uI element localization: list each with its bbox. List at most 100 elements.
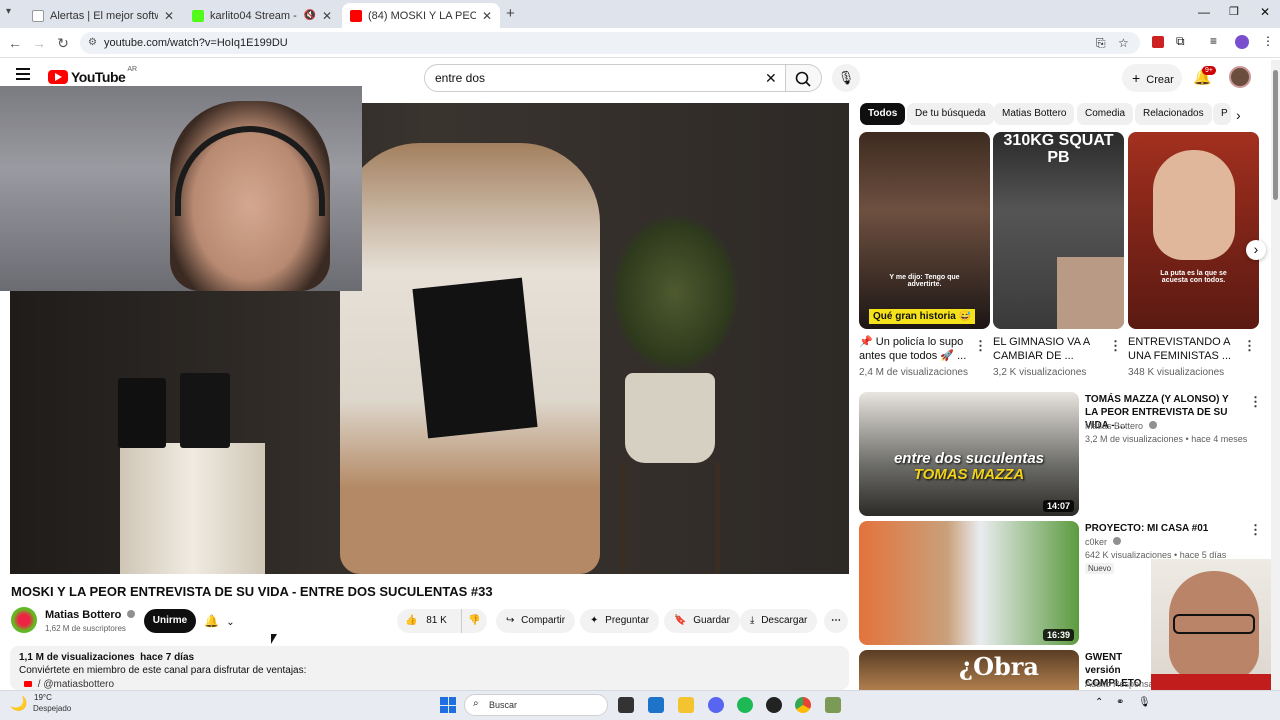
spotify-icon[interactable]	[737, 697, 753, 713]
obs-icon[interactable]	[766, 697, 782, 713]
channel-avatar[interactable]	[11, 607, 37, 633]
video-title[interactable]: PROYECTO: MI CASA #01	[1085, 522, 1235, 535]
browser-tab-kick[interactable]: karlito04 Stream - Kick Dashb 🔇 ✕	[184, 3, 340, 28]
chip-all[interactable]: Todos	[860, 103, 906, 125]
video-channel[interactable]: Matias Bottero	[1085, 421, 1157, 431]
site-info-icon[interactable]: ⚙	[88, 32, 97, 54]
chip-matias-bottero[interactable]: Matias Bottero	[994, 103, 1075, 125]
install-app-icon[interactable]: ⎘	[1096, 32, 1106, 54]
page-scrollbar[interactable]	[1271, 60, 1280, 690]
subscribe-bell-button[interactable]: 🔔 ⌄	[204, 609, 235, 633]
more-actions-icon[interactable]: ⋮	[1249, 394, 1262, 410]
app-icon[interactable]	[825, 697, 841, 713]
forward-icon[interactable]: →	[30, 34, 48, 52]
more-actions-button[interactable]: ⋯	[824, 609, 848, 633]
video-channel[interactable]: c0ker	[1085, 537, 1121, 547]
channel-name-main[interactable]: Matias Bottero	[45, 609, 136, 621]
profile-avatar-icon[interactable]	[1235, 35, 1249, 49]
voice-search-button[interactable]: 🎙	[832, 64, 860, 92]
more-actions-icon[interactable]: ⋮	[974, 338, 987, 354]
chip-partial[interactable]: P	[1213, 103, 1231, 125]
tab-list-chevron-icon[interactable]: ▾	[6, 6, 11, 17]
pedestal	[120, 443, 265, 574]
subscriber-count: 1,62 M de suscriptores	[45, 624, 126, 633]
file-explorer-icon[interactable]	[678, 697, 694, 713]
restore-icon[interactable]: ❐	[1229, 5, 1239, 18]
minimize-icon[interactable]: —	[1198, 5, 1210, 19]
discord-icon[interactable]	[708, 697, 724, 713]
chip-related[interactable]: Relacionados	[1135, 103, 1212, 125]
chrome-menu-icon[interactable]: ⋮	[1262, 34, 1274, 48]
dislike-button[interactable]: 👎	[461, 609, 480, 633]
facecam-shirt	[1151, 674, 1280, 690]
browser-tab-alertas[interactable]: Alertas | El mejor software para ✕	[24, 3, 182, 28]
short-thumbnail-1[interactable]: Y me dijo: Tengo que advertirte. Qué gra…	[859, 132, 990, 329]
short-thumbnail-2[interactable]: 310KG SQUAT PB	[993, 132, 1124, 329]
like-button[interactable]: 👍 81 K	[405, 609, 447, 633]
video-thumbnail-1[interactable]: entre dos suculentas TOMAS MAZZA 14:07	[859, 392, 1079, 516]
channel-name[interactable]: Adulto Responsab	[1085, 679, 1159, 689]
download-button[interactable]: ⤓ Descargar	[740, 609, 818, 633]
region-code: AR	[127, 65, 138, 73]
short-views: 348 K visualizaciones	[1128, 367, 1225, 378]
bookmark-star-icon[interactable]: ☆	[1118, 32, 1129, 54]
browser-tab-youtube[interactable]: (84) MOSKI Y LA PEOR ENTREVI ✕	[342, 3, 500, 28]
chip-from-search[interactable]: De tu búsqueda	[907, 103, 994, 125]
extensions-puzzle-icon[interactable]: ⧉	[1176, 34, 1185, 49]
windows-taskbar	[0, 690, 1280, 720]
address-bar[interactable]: ⚙ youtube.com/watch?v=HoIq1E199DU ⎘ ☆	[80, 32, 1140, 54]
clear-search-icon[interactable]: ✕	[765, 65, 777, 91]
close-window-icon[interactable]: ✕	[1260, 5, 1270, 19]
sparkle-icon: ✦	[590, 615, 599, 626]
hamburger-menu-icon[interactable]	[16, 68, 30, 80]
short-title[interactable]: ENTREVISTANDO A UNA FEMINISTAS ...	[1128, 335, 1243, 363]
channel-link[interactable]: / @matiasbottero	[24, 679, 114, 690]
close-tab-icon[interactable]: ✕	[322, 9, 332, 23]
store-icon[interactable]	[648, 697, 664, 713]
save-button[interactable]: 🔖 Guardar	[664, 609, 740, 633]
join-button[interactable]: Unirme	[144, 609, 196, 633]
back-icon[interactable]: ←	[6, 34, 24, 52]
chrome-icon[interactable]	[795, 697, 811, 713]
description-box[interactable]: 1,1 M de visualizaciones hace 7 días Con…	[10, 646, 849, 690]
tab-search-icon[interactable]: ≡	[1210, 34, 1217, 48]
windows-start-icon[interactable]	[440, 697, 456, 713]
chip-comedy[interactable]: Comedia	[1077, 103, 1134, 125]
chips-next-icon[interactable]: ›	[1236, 107, 1241, 123]
ask-button[interactable]: ✦ Preguntar	[580, 609, 660, 633]
reload-icon[interactable]: ↻	[54, 34, 72, 52]
description-text: Conviértete en miembro de este canal par…	[19, 665, 307, 676]
shorts-next-icon[interactable]: ›	[1246, 240, 1266, 260]
browser-toolbar: ← → ↻ ⚙ youtube.com/watch?v=HoIq1E199DU …	[0, 28, 1280, 58]
more-actions-icon[interactable]: ⋮	[1243, 338, 1256, 354]
short-face	[1153, 150, 1235, 260]
search-input[interactable]: entre dos ✕	[424, 64, 786, 92]
more-actions-icon[interactable]: ⋮	[1249, 522, 1262, 538]
tray-chevron-icon[interactable]: ⌃	[1095, 697, 1103, 708]
new-badge: Nuevo	[1085, 563, 1115, 574]
new-tab-icon[interactable]: +	[506, 5, 515, 22]
short-title[interactable]: EL GIMNASIO VA A CAMBIAR DE ...	[993, 335, 1108, 363]
close-tab-icon[interactable]: ✕	[164, 9, 174, 23]
more-actions-icon[interactable]: ⋮	[1109, 338, 1122, 354]
video-thumbnail-2[interactable]: 16:39	[859, 521, 1079, 645]
share-label: Compartir	[521, 615, 566, 626]
share-button[interactable]: ↪ Compartir	[496, 609, 576, 633]
video-thumbnail-3[interactable]: ¿Obra	[859, 650, 1079, 690]
extension-icon[interactable]	[1152, 36, 1164, 48]
muted-audio-icon[interactable]: 🔇	[303, 10, 315, 21]
taskbar-search-box[interactable]: ⌕ Buscar	[464, 694, 608, 716]
microphone-tray-icon[interactable]: 🎙	[1138, 697, 1151, 708]
create-button[interactable]: + Crear	[1122, 64, 1182, 92]
plant-silhouette	[610, 213, 740, 373]
network-icon[interactable]: ⚭	[1116, 697, 1124, 708]
short-thumbnail-3[interactable]: La puta es la que se acuesta con todos.	[1128, 132, 1259, 329]
weather-moon-icon[interactable]: 🌙	[10, 695, 27, 712]
youtube-logo[interactable]: YouTube AR	[48, 65, 138, 85]
scrollbar-thumb[interactable]	[1273, 70, 1278, 200]
task-view-icon[interactable]	[618, 697, 634, 713]
account-avatar[interactable]	[1229, 66, 1251, 88]
short-title[interactable]: 📌 Un policía lo supo antes que todos 🚀 .…	[859, 335, 974, 363]
close-tab-icon[interactable]: ✕	[482, 9, 492, 23]
search-button[interactable]	[786, 64, 822, 92]
